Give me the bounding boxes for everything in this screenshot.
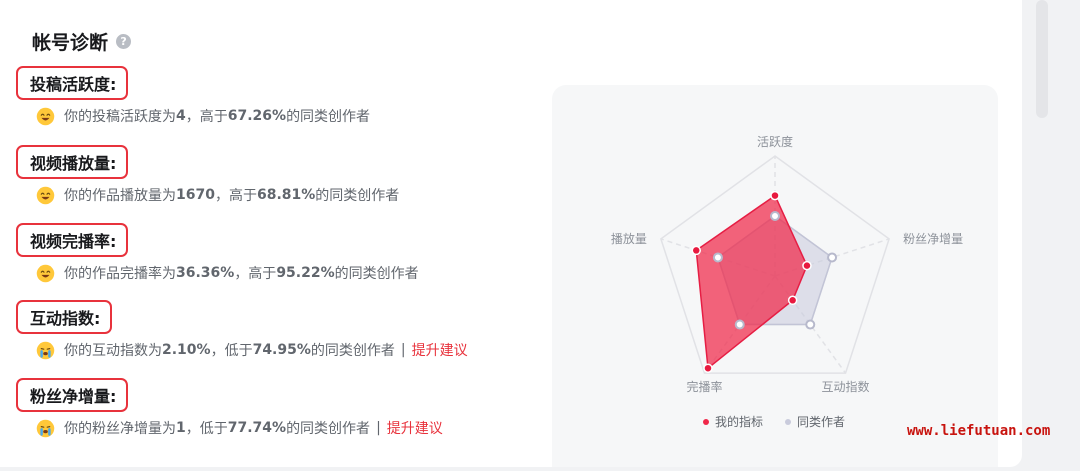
metric-description: 你的作品完播率为 36.36% ，高于 95.22% 的同类创作者	[36, 263, 419, 283]
metric-suffix: 的同类创作者	[310, 343, 395, 359]
peer-metric-point	[805, 319, 816, 330]
radar-axis-label: 活跃度	[757, 134, 793, 149]
metric-description: 你的互动指数为 2.10% ，低于 74.95% 的同类创作者 | 提升建议	[36, 340, 468, 360]
metric-prefix: 你的作品播放量为	[64, 188, 176, 204]
metric-value: 36.36%	[176, 265, 235, 281]
metric-percent: 68.81%	[256, 187, 316, 203]
metric-item: 投稿活跃度: 你的投稿活跃度为 4 ，高于 67.26% 的同类创作者	[16, 66, 370, 126]
metric-separator: |	[376, 420, 381, 436]
metric-title: 粉丝净增量:	[16, 378, 129, 412]
smile-emoji-icon	[36, 186, 55, 204]
metric-item: 视频播放量: 你的作品播放量为 1670 ，高于 68.81% 的同类创作者	[16, 145, 399, 205]
radar-chart-panel: 活跃度粉丝净增量互动指数 完播率 播放量我的指标 同类作者	[552, 85, 998, 467]
peer-legend-dot	[785, 419, 791, 425]
metric-separator: |	[400, 342, 406, 358]
radar-legend: 我的指标 同类作者	[703, 414, 845, 429]
metric-prefix: 你的互动指数为	[64, 343, 162, 359]
metric-description: 你的投稿活跃度为 4 ，高于 67.26% 的同类创作者	[36, 106, 370, 126]
my-metric-point	[703, 363, 713, 373]
improvement-tips-link[interactable]: 提升建议	[387, 418, 443, 438]
metric-suffix: 的同类创作者	[286, 421, 371, 437]
metric-compare: ，低于	[185, 421, 228, 437]
metric-item: 视频完播率: 你的作品完播率为 36.36% ，高于 95.22% 的同类创作者	[16, 223, 419, 283]
metric-value: 1670	[176, 187, 215, 203]
metric-description: 你的粉丝净增量为 1 ，低于 77.74% 的同类创作者 | 提升建议	[36, 418, 443, 438]
metric-suffix: 的同类创作者	[334, 266, 419, 282]
metric-title: 投稿活跃度:	[16, 66, 129, 100]
account-diagnosis-card: 帐号诊断 ? 投稿活跃度: 你的投稿活跃度为 4 ，高于 67.26% 的同类创作者 视频播…	[0, 0, 1022, 467]
smile-emoji-icon	[36, 107, 55, 125]
radar-axis-label: 互动指数	[822, 379, 870, 394]
my-metrics-legend-dot	[703, 419, 709, 425]
crying-emoji-icon	[36, 419, 55, 437]
page-title: 帐号诊断	[32, 32, 109, 54]
peer-metric-point	[734, 319, 745, 330]
peer-metric-point	[770, 211, 780, 221]
radar-axis-label: 播放量	[611, 231, 647, 246]
metric-percent: 67.26%	[227, 108, 287, 124]
radar-chart: 活跃度粉丝净增量互动指数 完播率 播放量我的指标 同类作者	[611, 134, 963, 429]
metric-prefix: 你的粉丝净增量为	[64, 421, 176, 437]
title-row: 帐号诊断 ?	[32, 28, 132, 55]
metric-title: 互动指数:	[16, 300, 113, 334]
improvement-tips-link[interactable]: 提升建议	[412, 340, 468, 360]
peer-metric-point	[827, 252, 838, 263]
metric-compare: ，低于	[210, 343, 253, 359]
metric-percent: 95.22%	[276, 265, 335, 281]
legend-label: 我的指标	[715, 414, 763, 429]
metric-item: 粉丝净增量: 你的粉丝净增量为 1 ，低于 77.74% 的同类创作者 | 提升建议	[16, 378, 443, 438]
metric-prefix: 你的投稿活跃度为	[64, 109, 176, 125]
my-metric-point	[787, 295, 798, 306]
help-icon[interactable]: ?	[116, 34, 132, 49]
scrollbar[interactable]	[1036, 0, 1048, 118]
metric-value: 4	[176, 108, 186, 124]
metric-value: 2.10%	[162, 342, 211, 358]
my-metric-point	[691, 245, 702, 256]
metric-compare: ，高于	[234, 266, 277, 282]
metric-compare: ，高于	[214, 188, 257, 204]
my-metrics-area	[695, 194, 808, 370]
metric-description: 你的作品播放量为 1670 ，高于 68.81% 的同类创作者	[36, 185, 399, 205]
metric-title: 视频播放量:	[16, 145, 129, 179]
metric-title: 视频完播率:	[16, 223, 129, 257]
smile-emoji-icon	[36, 264, 55, 282]
my-metric-point	[770, 190, 780, 201]
legend-label: 同类作者	[797, 415, 845, 429]
metric-compare: ，高于	[185, 109, 228, 125]
metric-item: 互动指数: 你的互动指数为 2.10% ，低于 74.95% 的同类创作者 | 提升建议	[16, 300, 468, 360]
crying-emoji-icon	[36, 341, 55, 359]
metric-percent: 74.95%	[252, 342, 311, 358]
watermark: www.liefutuan.com	[907, 423, 1051, 439]
metric-percent: 77.74%	[227, 420, 287, 436]
radar-axis-label: 完播率	[686, 379, 722, 394]
metric-suffix: 的同类创作者	[315, 188, 400, 204]
my-metric-point	[802, 260, 812, 271]
peer-metric-point	[712, 252, 723, 263]
metric-prefix: 你的作品完播率为	[64, 266, 176, 282]
metric-suffix: 的同类创作者	[286, 109, 371, 125]
radar-axis-label: 粉丝净增量	[903, 232, 963, 246]
metric-value: 1	[176, 420, 186, 436]
